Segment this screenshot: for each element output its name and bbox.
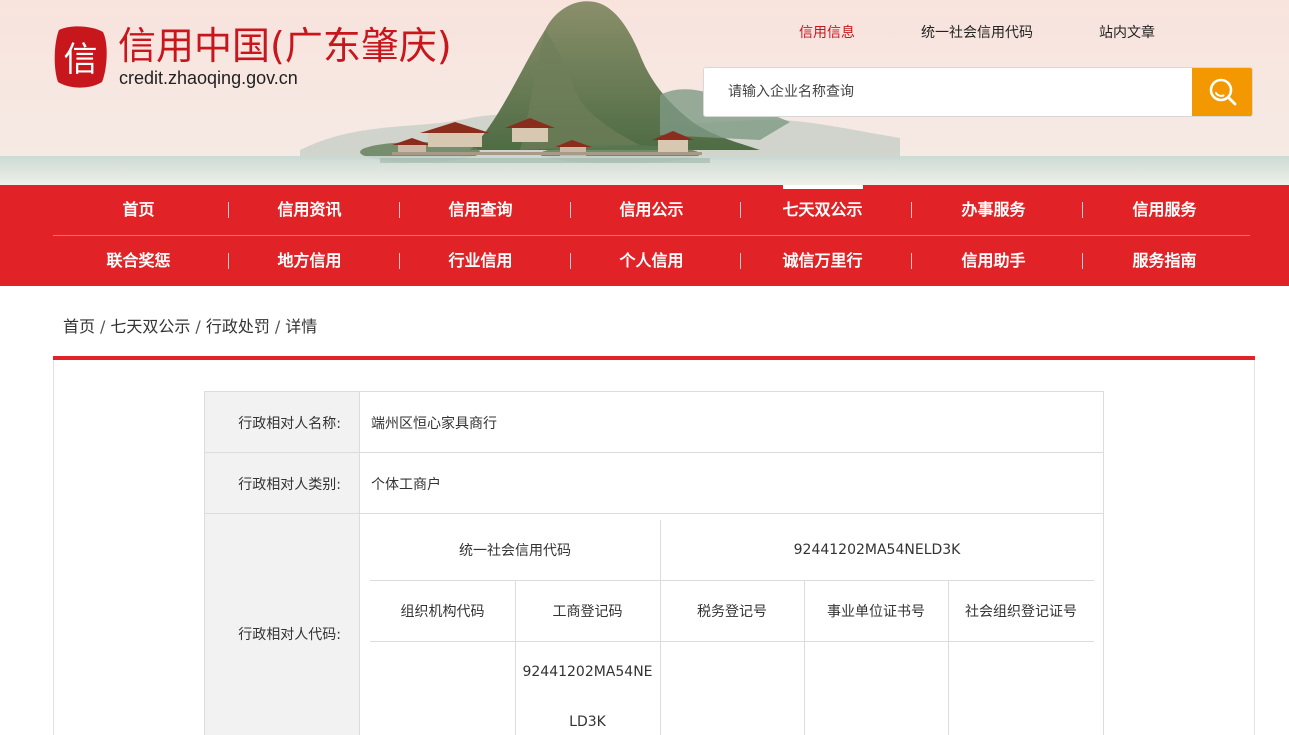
label-subject-code: 行政相对人代码:: [205, 514, 360, 735]
value-subject-name: 端州区恒心家具商行: [371, 415, 497, 432]
nav-item-credit-news[interactable]: 信用资讯: [224, 185, 395, 235]
nav-item-seven-day-publicity[interactable]: 七天双公示: [737, 185, 908, 235]
value-social-org-cert: [948, 642, 1094, 735]
nav-item-credit-assistant[interactable]: 信用助手: [908, 236, 1079, 286]
credit-code-value: 92441202MA54NELD3K: [793, 542, 961, 558]
col-business-reg: 工商登记码: [552, 604, 623, 620]
breadcrumb-separator: /: [274, 317, 281, 336]
value-subject-category: 个体工商户: [371, 476, 441, 493]
main-nav: 首页 信用资讯 信用查询 信用公示 七天双公示 办事服务 信用服务 联合奖惩 地…: [0, 185, 1289, 286]
top-link-unified-credit-code[interactable]: 统一社会信用代码: [921, 23, 1033, 43]
search-box: [703, 67, 1253, 117]
breadcrumb-separator: /: [100, 317, 106, 336]
nav-row-2: 联合奖惩 地方信用 行业信用 个人信用 诚信万里行 信用助手 服务指南: [53, 236, 1250, 286]
svg-text:信: 信: [64, 40, 98, 80]
site-url: credit.zhaoqing.gov.cn: [119, 68, 298, 88]
nav-item-service-guide[interactable]: 服务指南: [1079, 236, 1250, 286]
search-input[interactable]: [704, 68, 1192, 116]
code-subtable: 统一社会信用代码 92441202MA54NELD3K 组织机构代码 工商登记码…: [370, 520, 1094, 735]
breadcrumb-seven-day-publicity[interactable]: 七天双公示: [110, 317, 190, 336]
label-subject-name: 行政相对人名称:: [205, 392, 360, 453]
value-tax-reg: [660, 642, 804, 735]
breadcrumb-home[interactable]: 首页: [63, 317, 95, 336]
nav-item-local-credit[interactable]: 地方信用: [224, 236, 395, 286]
nav-item-integrity-journey[interactable]: 诚信万里行: [737, 236, 908, 286]
col-social-org-cert: 社会组织登记证号: [965, 604, 1077, 620]
search-button[interactable]: [1192, 68, 1252, 116]
header-banner: 信 信用中国(广东肇庆) credit.zhaoqing.gov.cn 信用信息…: [0, 0, 1289, 185]
col-tax-reg: 税务登记号: [697, 604, 767, 620]
label-subject-category: 行政相对人类别:: [205, 453, 360, 514]
value-institution-cert: [804, 642, 948, 735]
value-business-reg-line1: 92441202MA54NE: [522, 664, 653, 680]
top-link-site-articles[interactable]: 站内文章: [1099, 23, 1155, 43]
nav-item-home[interactable]: 首页: [53, 185, 224, 235]
breadcrumb-admin-penalty[interactable]: 行政处罚: [206, 317, 270, 336]
breadcrumb-separator: /: [195, 317, 201, 336]
nav-item-credit-service[interactable]: 信用服务: [1079, 185, 1250, 235]
panel-top-bar: [53, 356, 1255, 360]
breadcrumb: 首页 / 七天双公示 / 行政处罚 / 详情: [63, 316, 317, 338]
nav-row-1: 首页 信用资讯 信用查询 信用公示 七天双公示 办事服务 信用服务: [53, 185, 1250, 235]
nav-item-credit-publicity[interactable]: 信用公示: [566, 185, 737, 235]
value-business-reg-line2: LD3K: [569, 714, 606, 730]
detail-table: 行政相对人名称: 端州区恒心家具商行 行政相对人类别: 个体工商户 行政相对人代…: [204, 391, 1104, 735]
nav-item-personal-credit[interactable]: 个人信用: [566, 236, 737, 286]
top-link-credit-info[interactable]: 信用信息: [799, 23, 855, 43]
breadcrumb-current: 详情: [285, 317, 318, 336]
credit-code-label: 统一社会信用代码: [459, 543, 571, 559]
nav-item-industry-credit[interactable]: 行业信用: [395, 236, 566, 286]
col-institution-cert: 事业单位证书号: [827, 604, 925, 620]
search-icon: [1209, 78, 1236, 106]
nav-item-joint-rewards[interactable]: 联合奖惩: [53, 236, 224, 286]
value-org-code: [370, 642, 515, 735]
col-org-code: 组织机构代码: [400, 604, 485, 620]
top-links: 信用信息 统一社会信用代码 站内文章: [0, 23, 1289, 45]
nav-item-credit-query[interactable]: 信用查询: [395, 185, 566, 235]
nav-item-affairs-service[interactable]: 办事服务: [908, 185, 1079, 235]
